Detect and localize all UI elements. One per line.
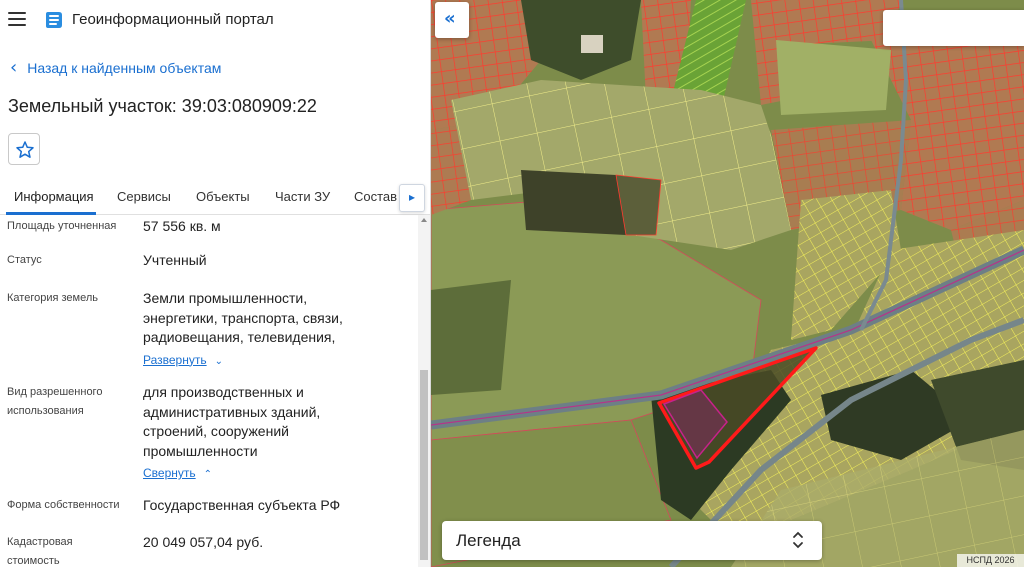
category-line: радиовещания, телевидения, bbox=[143, 329, 336, 345]
area-label: Площадь уточненная bbox=[7, 220, 117, 232]
cost-label-line: Кадастровая bbox=[7, 536, 73, 548]
permitted-use-line: для производственных и bbox=[143, 384, 304, 400]
details-list: Площадь уточненная 57 556 кв. м Статус У… bbox=[0, 215, 418, 567]
tab-parts[interactable]: Части ЗУ bbox=[275, 189, 330, 204]
permitted-use-label: Вид разрешенного использования bbox=[7, 383, 127, 421]
object-title: Земельный участок: 39:03:080909:22 bbox=[8, 96, 317, 116]
double-chevron-left-icon: « bbox=[444, 8, 456, 29]
expand-collapse-icon bbox=[793, 531, 803, 549]
caret-right-icon: ▸ bbox=[409, 190, 416, 204]
star-icon bbox=[16, 141, 34, 158]
scrollbar-thumb[interactable] bbox=[420, 370, 428, 560]
cost-label: Кадастровая стоимость bbox=[7, 533, 127, 567]
tab-objects[interactable]: Объекты bbox=[196, 189, 250, 204]
chevron-down-icon: ⌄ bbox=[214, 355, 223, 367]
permitted-use-line: строений, сооружений bbox=[143, 423, 289, 439]
collapse-use-link[interactable]: Свернуть ⌃ bbox=[143, 466, 212, 480]
map-attribution: НСПД 2026 bbox=[957, 554, 1024, 567]
status-value: Учтенный bbox=[143, 252, 207, 268]
collapse-panel-button[interactable]: « bbox=[435, 2, 469, 38]
menu-icon[interactable] bbox=[8, 12, 26, 26]
portal-logo-icon bbox=[46, 12, 62, 28]
category-line: энергетики, транспорта, связи, bbox=[143, 309, 343, 326]
permitted-use-line: административных зданий, bbox=[143, 403, 321, 420]
tab-services[interactable]: Сервисы bbox=[117, 189, 171, 204]
map-search-input[interactable] bbox=[883, 10, 1024, 46]
category-value: Земли промышленности, энергетики, трансп… bbox=[143, 289, 413, 371]
tab-bar: Информация Сервисы Объекты Части ЗУ Сост… bbox=[0, 182, 430, 215]
chevron-left-icon: ‹ bbox=[10, 57, 18, 78]
tab-composition[interactable]: Состав bbox=[354, 189, 397, 204]
collapse-link-label: Свернуть bbox=[143, 466, 196, 480]
map-canvas[interactable] bbox=[431, 0, 1024, 567]
details-scrollbar[interactable] bbox=[418, 215, 430, 567]
cost-value: 20 049 057,04 руб. bbox=[143, 534, 264, 550]
area-value: 57 556 кв. м bbox=[143, 218, 221, 234]
ownership-value: Государственная субъекта РФ bbox=[143, 497, 341, 513]
status-label: Статус bbox=[7, 254, 42, 266]
permitted-use-label-line: использования bbox=[7, 405, 84, 417]
satellite-map bbox=[431, 0, 1024, 567]
ownership-label: Форма собственности bbox=[7, 499, 120, 511]
category-label: Категория земель bbox=[7, 292, 98, 304]
permitted-use-value: для производственных и административных … bbox=[143, 383, 413, 485]
legend-label: Легенда bbox=[456, 531, 521, 550]
tabs-scroll-right-button[interactable]: ▸ bbox=[399, 184, 425, 212]
cost-label-line: стоимость bbox=[7, 555, 60, 567]
app-title: Геоинформационный портал bbox=[72, 11, 274, 28]
object-info-panel: Геоинформационный портал ‹ Назад к найде… bbox=[0, 0, 431, 567]
expand-link-label: Развернуть bbox=[143, 352, 207, 367]
back-to-results-link[interactable]: ‹ Назад к найденным объектам bbox=[10, 57, 222, 78]
chevron-up-icon: ⌃ bbox=[203, 469, 213, 480]
expand-category-link[interactable]: Развернуть ⌄ bbox=[143, 353, 223, 367]
scroll-up-arrow-icon bbox=[421, 218, 427, 222]
permitted-use-line: промышленности bbox=[143, 442, 258, 459]
tab-information[interactable]: Информация bbox=[14, 189, 94, 204]
category-line: Земли промышленности, bbox=[143, 290, 308, 306]
permitted-use-label-line: Вид разрешенного bbox=[7, 386, 103, 398]
back-link-label: Назад к найденным объектам bbox=[27, 60, 222, 76]
top-bar: Геоинформационный портал bbox=[0, 0, 430, 42]
legend-dropdown[interactable]: Легенда bbox=[442, 521, 822, 560]
favorite-button[interactable] bbox=[8, 133, 40, 165]
